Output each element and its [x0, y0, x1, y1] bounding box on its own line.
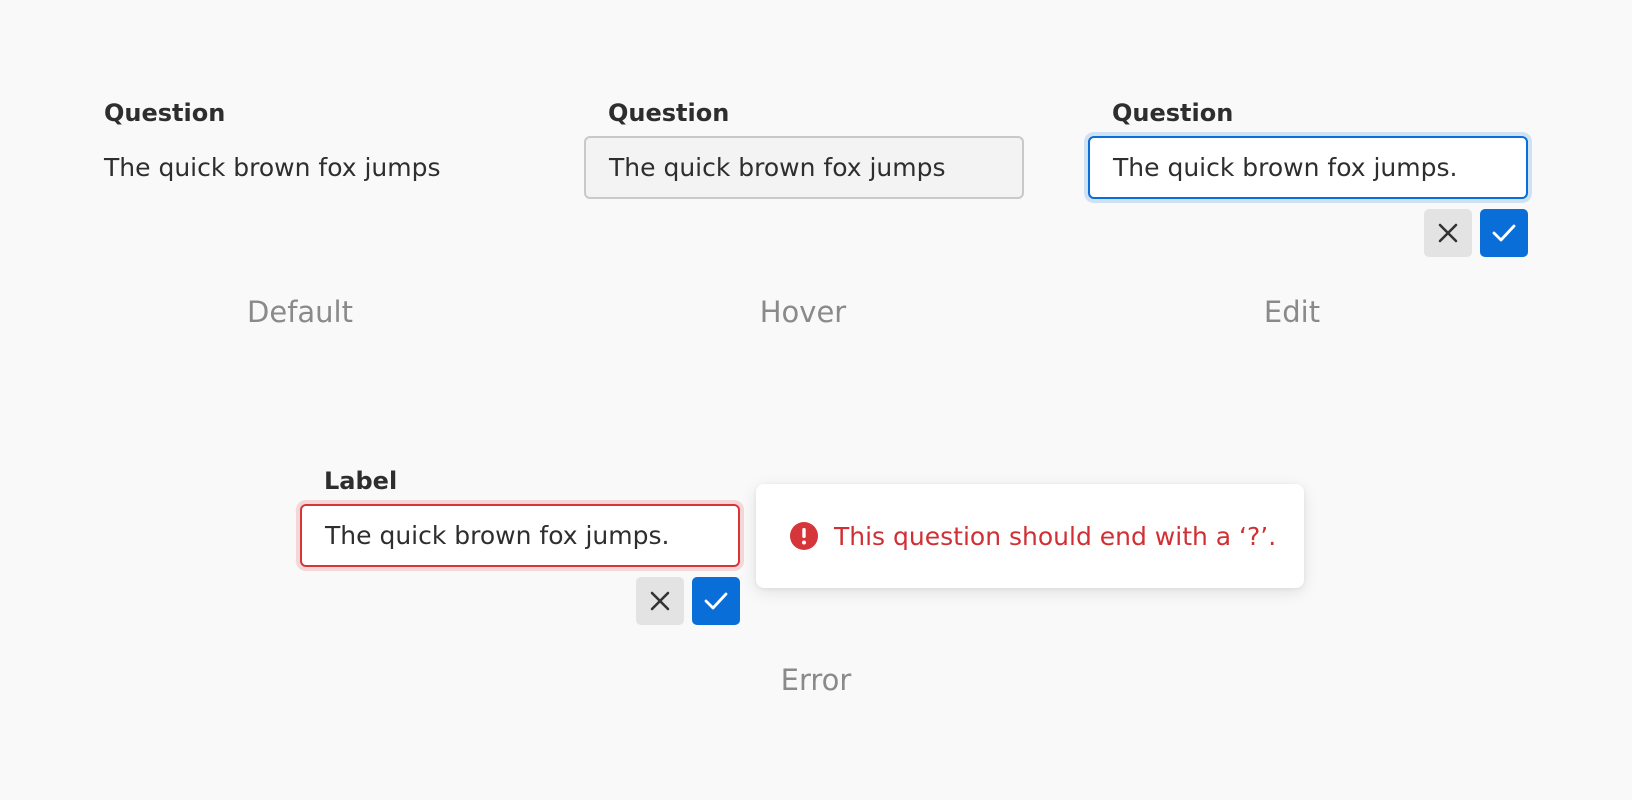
- confirm-button[interactable]: [692, 577, 740, 625]
- hover-caption: Hover: [759, 295, 847, 329]
- edit-caption: Edit: [1263, 295, 1321, 329]
- cancel-button[interactable]: [1424, 209, 1472, 257]
- field-input-error[interactable]: The quick brown fox jumps.: [300, 504, 740, 567]
- error-message: This question should end with a ‘?’.: [834, 521, 1277, 551]
- field-label: Question: [608, 99, 730, 127]
- edit-state-example: Question The quick brown fox jumps.: [1088, 98, 1528, 258]
- error-state-example: Label The quick brown fox jumps.: [300, 466, 740, 626]
- cancel-button[interactable]: [636, 577, 684, 625]
- field-label: Question: [104, 99, 226, 127]
- field-label: Question: [1112, 99, 1234, 127]
- field-label: Label: [324, 467, 398, 495]
- close-icon: [650, 591, 670, 611]
- default-state-example: Question The quick brown fox jumps: [104, 98, 564, 218]
- check-icon: [704, 592, 728, 610]
- error-circle-icon: [790, 522, 818, 550]
- hover-state-example: Question The quick brown fox jumps: [584, 98, 1024, 218]
- error-tooltip: This question should end with a ‘?’.: [756, 484, 1304, 588]
- error-caption: Error: [780, 663, 852, 697]
- field-input-edit[interactable]: The quick brown fox jumps.: [1088, 136, 1528, 199]
- check-icon: [1492, 224, 1516, 242]
- field-value-hover[interactable]: The quick brown fox jumps: [584, 136, 1024, 199]
- confirm-button[interactable]: [1480, 209, 1528, 257]
- close-icon: [1438, 223, 1458, 243]
- default-caption: Default: [247, 295, 353, 329]
- field-value[interactable]: The quick brown fox jumps: [104, 153, 441, 183]
